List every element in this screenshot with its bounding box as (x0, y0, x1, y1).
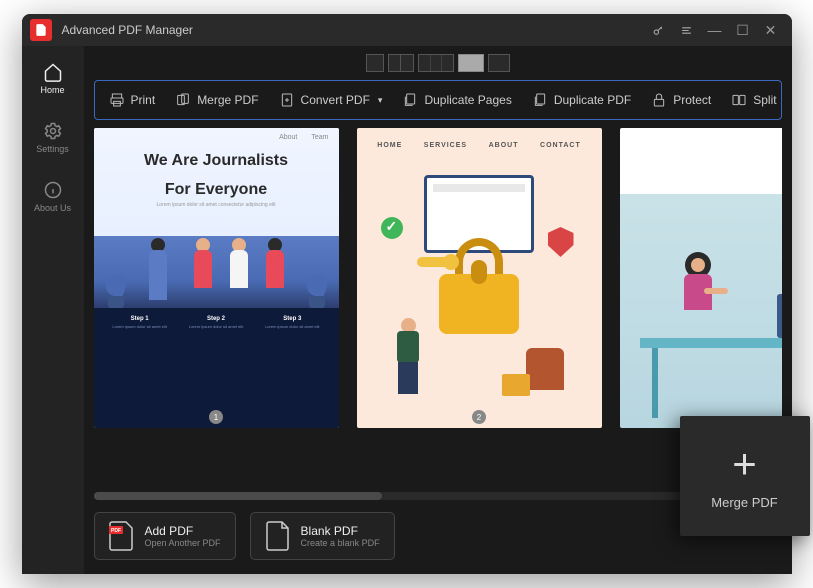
blank-file-icon (265, 521, 291, 551)
protect-button[interactable]: Protect (643, 86, 719, 114)
duplicate-pdf-button[interactable]: Duplicate PDF (524, 86, 639, 114)
step-title: Step 3 (265, 316, 319, 322)
split-icon (731, 92, 747, 108)
step-desc: Lorem ipsum dolor sit amet elit (189, 324, 243, 329)
convert-button[interactable]: Convert PDF ▾ (271, 86, 391, 114)
toolbar-label: Duplicate PDF (554, 93, 631, 107)
view-two-up[interactable] (388, 54, 414, 72)
home-icon (43, 62, 63, 82)
action-title: Add PDF (145, 524, 221, 538)
app-title: Advanced PDF Manager (62, 23, 646, 37)
blank-pdf-button[interactable]: Blank PDF Create a blank PDF (250, 512, 395, 560)
close-button[interactable]: ✕ (758, 17, 784, 43)
page-thumbnails[interactable]: About Team We Are Journalists For Everyo… (94, 128, 782, 488)
step-desc: Lorem ipsum dolor sit amet elit (112, 324, 166, 329)
sidebar-item-settings[interactable]: Settings (22, 115, 84, 160)
step-title: Step 1 (112, 316, 166, 322)
thumb-headline: For Everyone (104, 180, 329, 199)
thumb-nav-item: About (279, 134, 297, 141)
step-title: Step 2 (189, 316, 243, 322)
print-icon (109, 92, 125, 108)
chevron-down-icon: ▾ (378, 95, 383, 106)
sidebar-label: Home (40, 85, 64, 95)
toolbar-label: Protect (673, 93, 711, 107)
view-wide[interactable] (488, 54, 510, 72)
sidebar-item-about[interactable]: About Us (22, 174, 84, 219)
toolbar-label: Convert PDF (301, 93, 370, 107)
split-button[interactable]: Split (723, 86, 781, 114)
maximize-button[interactable]: ☐ (730, 17, 756, 43)
pdf-file-icon: PDF (109, 521, 135, 551)
thumb-nav-item: CONTACT (540, 142, 581, 149)
titlebar: Advanced PDF Manager — ☐ ✕ (22, 14, 792, 46)
toolbar-label: Merge PDF (197, 93, 258, 107)
floating-merge-label: Merge PDF (711, 495, 777, 510)
view-single[interactable] (366, 54, 384, 72)
merge-button[interactable]: Merge PDF (167, 86, 266, 114)
view-mode-bar (84, 46, 792, 80)
app-logo-icon (30, 19, 52, 41)
thumb-nav-item: HOME (377, 142, 402, 149)
info-icon (43, 180, 63, 200)
page-thumbnail-1[interactable]: About Team We Are Journalists For Everyo… (94, 128, 339, 428)
page-thumbnail-2[interactable]: HOME SERVICES ABOUT CONTACT (357, 128, 602, 428)
thumb-subtitle: Lorem ipsum dolor sit amet consectetur a… (104, 202, 329, 208)
duplicate-pages-button[interactable]: Duplicate Pages (394, 86, 519, 114)
plus-icon: + (732, 443, 757, 485)
action-title: Blank PDF (301, 524, 380, 538)
convert-icon (279, 92, 295, 108)
view-three-up[interactable] (418, 54, 454, 72)
duplicate-pdf-icon (532, 92, 548, 108)
page-number-badge: 1 (209, 410, 223, 424)
toolbar-label: Split (753, 93, 776, 107)
key-icon[interactable] (646, 17, 672, 43)
page-number-badge: 2 (472, 410, 486, 424)
thumb-nav-item: SERVICES (424, 142, 467, 149)
svg-text:PDF: PDF (111, 528, 121, 534)
toolbar-label: Print (131, 93, 156, 107)
thumb-nav-item: ABOUT (489, 142, 519, 149)
app-window: Advanced PDF Manager — ☐ ✕ Home Settings… (22, 14, 792, 574)
step-desc: Lorem ipsum dolor sit amet elit (265, 324, 319, 329)
thumb-nav-item: Team (311, 134, 328, 141)
gear-icon (43, 121, 63, 141)
merge-icon (175, 92, 191, 108)
sidebar-item-home[interactable]: Home (22, 56, 84, 101)
sidebar-label: About Us (34, 203, 71, 213)
thumb-headline: We Are Journalists (104, 151, 329, 170)
view-grid[interactable] (458, 54, 484, 72)
action-subtitle: Create a blank PDF (301, 538, 380, 548)
floating-merge-panel[interactable]: + Merge PDF (680, 416, 810, 536)
page-thumbnail-3[interactable]: Consectetuer (620, 128, 782, 428)
toolbar-label: Duplicate Pages (424, 93, 511, 107)
horizontal-scrollbar[interactable] (94, 492, 782, 500)
action-subtitle: Open Another PDF (145, 538, 221, 548)
toolbar: Print Merge PDF Convert PDF ▾ Duplicate … (94, 80, 782, 120)
print-button[interactable]: Print (101, 86, 164, 114)
duplicate-pages-icon (402, 92, 418, 108)
menu-icon[interactable] (674, 17, 700, 43)
sidebar-label: Settings (36, 144, 69, 154)
minimize-button[interactable]: — (702, 17, 728, 43)
sidebar: Home Settings About Us (22, 46, 84, 574)
add-pdf-button[interactable]: PDF Add PDF Open Another PDF (94, 512, 236, 560)
lock-icon (651, 92, 667, 108)
